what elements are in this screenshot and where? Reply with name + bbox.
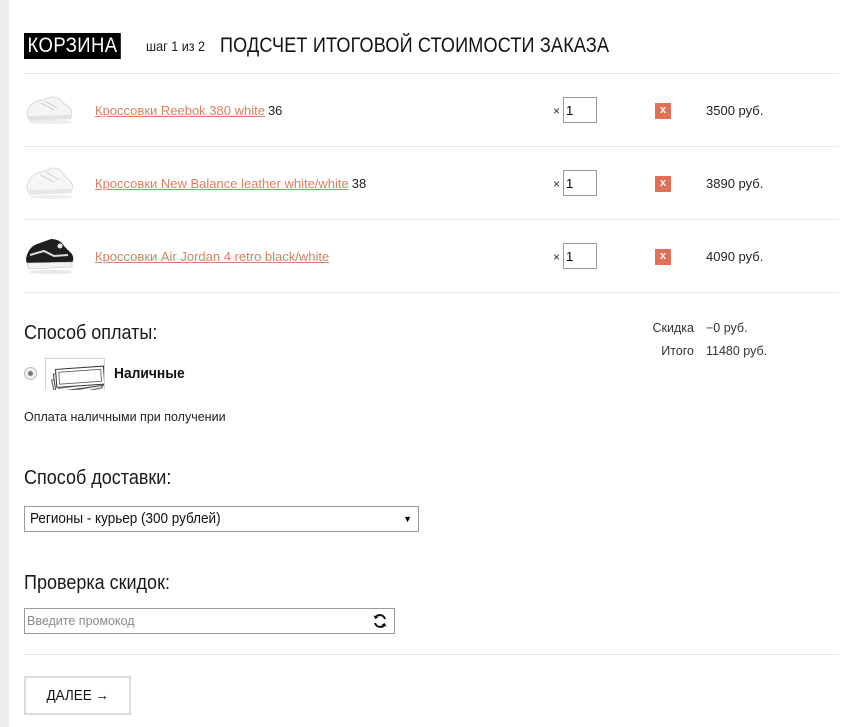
delivery-selected-option: Регионы - курьер (300 рублей) [30,510,221,527]
item-name: Кроссовки Air Jordan 4 retro black/white [95,249,332,264]
promo-code-input[interactable] [25,609,365,633]
quantity-multiplier: × [553,250,561,264]
cart-item: Кроссовки Reebok 380 white36 × x 3500 ру… [24,74,839,147]
item-price: 3890 руб. [706,176,764,191]
quantity-input[interactable] [563,243,597,269]
cart-items: Кроссовки Reebok 380 white36 × x 3500 ру… [24,73,839,293]
left-border [0,0,9,727]
product-link[interactable]: Кроссовки New Balance leather white/whit… [95,176,349,191]
delivery-method-title: Способ доставки: [24,467,172,489]
item-name: Кроссовки Reebok 380 white 36 [95,103,282,118]
promo-field [24,608,395,634]
payment-cash-radio[interactable] [24,367,37,380]
refresh-icon[interactable] [372,613,388,629]
discount-label: Скидка [652,321,694,335]
quantity-multiplier: × [553,104,561,118]
product-image[interactable] [24,156,74,208]
item-size: 38 [351,176,367,191]
remove-item-button[interactable]: x [655,103,671,119]
discount-line: Скидка −0 руб. [584,321,844,344]
remove-item-button[interactable]: x [655,176,671,192]
product-link[interactable]: Кроссовки Air Jordan 4 retro black/white [95,249,329,264]
page-title: ПОДСЧЕТ ИТОГОВОЙ СТОИМОСТИ ЗАКАЗА [219,34,610,57]
payment-method-title: Способ оплаты: [24,322,158,344]
order-totals: Скидка −0 руб. Итого 11480 руб. [584,321,844,367]
product-image[interactable] [24,229,74,281]
dropdown-arrow-icon: ▼ [403,514,412,524]
cart-item: Кроссовки Air Jordan 4 retro black/white… [24,220,839,293]
next-button[interactable]: ДАЛЕЕ → [24,676,131,715]
item-size: 36 [267,103,283,118]
quantity-input[interactable] [563,97,597,123]
cash-icon [45,358,105,390]
promo-title: Проверка скидок: [24,572,170,594]
item-name: Кроссовки New Balance leather white/whit… [95,176,366,191]
divider [24,654,839,655]
total-value: 11480 руб. [706,344,768,358]
page-header: КОРЗИНА шаг 1 из 2 ПОДСЧЕТ ИТОГОВОЙ СТОИ… [24,32,673,60]
payment-option-label[interactable]: Наличные [114,365,185,382]
step-indicator: шаг 1 из 2 [146,38,206,54]
product-image[interactable] [24,83,74,135]
total-line: Итого 11480 руб. [584,344,844,367]
quantity-multiplier: × [553,177,561,191]
next-button-label: ДАЛЕЕ → [46,687,109,704]
cart-label: КОРЗИНА [24,33,122,59]
remove-item-button[interactable]: x [655,249,671,265]
payment-description: Оплата наличными при получении [24,410,226,424]
quantity-input[interactable] [563,170,597,196]
item-price: 4090 руб. [706,249,764,264]
delivery-select[interactable]: Регионы - курьер (300 рублей) ▼ [24,506,419,532]
product-link[interactable]: Кроссовки Reebok 380 white [95,103,265,118]
item-price: 3500 руб. [706,103,764,118]
total-label: Итого [661,344,694,358]
cart-item: Кроссовки New Balance leather white/whit… [24,147,839,220]
discount-value: −0 руб. [706,321,748,335]
